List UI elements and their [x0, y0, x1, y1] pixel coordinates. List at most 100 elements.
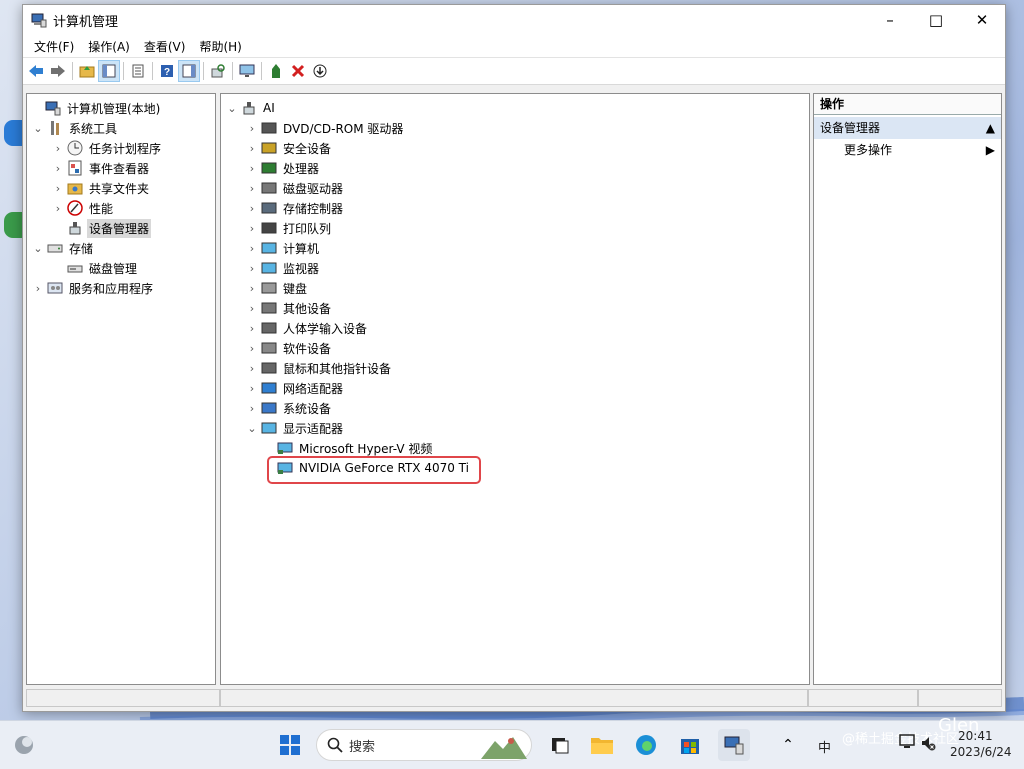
device-category[interactable]: › 打印队列 — [245, 218, 333, 238]
device-category[interactable]: › 键盘 — [245, 278, 309, 298]
device-category[interactable]: › 人体学输入设备 — [245, 318, 369, 338]
chevron-right-icon[interactable]: › — [245, 258, 259, 278]
tree-item-root[interactable]: 计算机管理(本地) — [29, 98, 162, 118]
menu-view[interactable]: 查看(V) — [137, 38, 193, 55]
show-hidden-icons-icon[interactable]: ⌃ — [776, 729, 800, 761]
chevron-right-icon[interactable]: › — [245, 358, 259, 378]
chevron-right-icon[interactable]: › — [51, 138, 65, 158]
chevron-right-icon[interactable]: › — [245, 398, 259, 418]
menu-file[interactable]: 文件(F) — [27, 38, 81, 55]
display-adapter-icon — [277, 440, 293, 456]
chevron-right-icon[interactable]: › — [245, 118, 259, 138]
minimize-button[interactable]: – — [867, 5, 913, 35]
chevron-right-icon[interactable]: › — [245, 178, 259, 198]
device-root[interactable]: ⌄ AI — [225, 98, 277, 118]
navigation-tree-pane: 计算机管理(本地) ⌄ 系统工具 › 任务计划程序 › 事件查看器 › 共享文件… — [26, 93, 216, 685]
tree-item-device-manager[interactable]: 设备管理器 — [51, 218, 152, 238]
device-category[interactable]: › 其他设备 — [245, 298, 333, 318]
tree-item-event-viewer[interactable]: › 事件查看器 — [51, 158, 151, 178]
tree-label: 存储 — [69, 241, 94, 256]
forward-arrow-icon[interactable] — [47, 60, 69, 82]
chevron-right-icon[interactable]: › — [245, 338, 259, 358]
tree-item-disk-management[interactable]: 磁盘管理 — [51, 258, 139, 278]
task-view-icon[interactable] — [544, 729, 576, 761]
actions-section-device-manager[interactable]: 设备管理器 ▲ — [814, 117, 1001, 139]
back-arrow-icon[interactable] — [25, 60, 47, 82]
device-category[interactable]: › 网络适配器 — [245, 378, 345, 398]
ime-indicator[interactable]: 中 — [818, 737, 831, 756]
chevron-down-icon[interactable]: ⌄ — [245, 418, 259, 438]
device-category[interactable]: › 软件设备 — [245, 338, 333, 358]
search-highlight-image — [481, 737, 527, 759]
chevron-right-icon[interactable]: › — [51, 158, 65, 178]
widgets-icon[interactable] — [8, 729, 40, 761]
tree-item-services-apps[interactable]: › 服务和应用程序 — [31, 278, 155, 298]
collapse-up-icon[interactable]: ▲ — [986, 117, 995, 139]
action-pane-icon[interactable] — [178, 60, 200, 82]
chevron-right-icon[interactable]: › — [245, 238, 259, 258]
chevron-right-icon[interactable]: › — [245, 298, 259, 318]
start-icon[interactable] — [274, 729, 306, 761]
device-category[interactable]: › DVD/CD-ROM 驱动器 — [245, 118, 405, 138]
chevron-right-icon[interactable]: › — [245, 318, 259, 338]
computer-management-taskbar-icon[interactable] — [718, 729, 750, 761]
tree-item-shared-folders[interactable]: › 共享文件夹 — [51, 178, 151, 198]
download-icon[interactable] — [309, 60, 331, 82]
chevron-right-icon[interactable]: › — [51, 178, 65, 198]
device-category[interactable]: › 磁盘驱动器 — [245, 178, 345, 198]
toolbar-separator — [123, 62, 124, 80]
device-category[interactable]: ⌄ 显示适配器 — [245, 418, 345, 438]
uninstall-device-icon[interactable] — [287, 60, 309, 82]
device-category[interactable]: › 安全设备 — [245, 138, 333, 158]
more-actions-item[interactable]: 更多操作 ▶ — [814, 139, 1001, 161]
show-hide-tree-icon[interactable] — [98, 60, 120, 82]
tree-item-storage[interactable]: ⌄ 存储 — [31, 238, 95, 258]
menu-action[interactable]: 操作(A) — [81, 38, 137, 55]
tree-item-task-scheduler[interactable]: › 任务计划程序 — [51, 138, 163, 158]
taskbar-search[interactable]: 搜索 — [316, 729, 532, 761]
tree-label: 打印队列 — [283, 221, 332, 236]
chevron-down-icon[interactable]: ⌄ — [225, 98, 239, 118]
chevron-down-icon[interactable]: ⌄ — [31, 118, 45, 138]
tree-item-system-tools[interactable]: ⌄ 系统工具 — [31, 118, 119, 138]
tree-item-performance[interactable]: › 性能 — [51, 198, 115, 218]
chevron-right-icon[interactable]: › — [245, 158, 259, 178]
close-button[interactable]: ✕ — [959, 5, 1005, 35]
device-category[interactable]: › 存储控制器 — [245, 198, 345, 218]
chevron-right-icon[interactable]: › — [245, 138, 259, 158]
chevron-right-icon[interactable]: › — [245, 378, 259, 398]
desktop-icon-edge[interactable] — [4, 120, 22, 146]
help-icon[interactable]: ? — [156, 60, 178, 82]
chevron-right-icon[interactable]: › — [245, 218, 259, 238]
clock-time[interactable]: 20:41 — [958, 729, 993, 743]
properties-icon[interactable] — [127, 60, 149, 82]
clock-date[interactable]: 2023/6/24 — [950, 745, 1012, 759]
device-category[interactable]: › 计算机 — [245, 238, 321, 258]
maximize-button[interactable]: □ — [913, 5, 959, 35]
device-category[interactable]: › 系统设备 — [245, 398, 333, 418]
file-explorer-icon[interactable] — [586, 729, 618, 761]
chevron-right-icon[interactable]: › — [51, 198, 65, 218]
chevron-right-icon[interactable]: › — [245, 278, 259, 298]
volume-muted-icon[interactable] — [920, 735, 936, 751]
device-category[interactable]: › 处理器 — [245, 158, 321, 178]
store-icon[interactable] — [674, 729, 706, 761]
actions-header: 操作 — [814, 94, 1001, 115]
chevron-down-icon[interactable]: ⌄ — [31, 238, 45, 258]
device-category-icon — [261, 320, 277, 336]
title-bar: 计算机管理 – □ ✕ — [23, 5, 1005, 35]
display-adapter-hyperv[interactable]: Microsoft Hyper-V 视频 — [261, 438, 434, 458]
monitor-icon[interactable] — [236, 60, 258, 82]
chevron-right-icon[interactable]: › — [31, 278, 45, 298]
device-category[interactable]: › 监视器 — [245, 258, 321, 278]
device-category-icon — [261, 340, 277, 356]
desktop-icon-chrome[interactable] — [4, 212, 22, 238]
device-category[interactable]: › 鼠标和其他指针设备 — [245, 358, 393, 378]
menu-help[interactable]: 帮助(H) — [192, 38, 248, 55]
edge-icon[interactable] — [630, 729, 662, 761]
scan-hardware-icon[interactable] — [207, 60, 229, 82]
chevron-right-icon[interactable]: › — [245, 198, 259, 218]
network-icon[interactable] — [898, 733, 918, 751]
up-folder-icon[interactable] — [76, 60, 98, 82]
update-driver-icon[interactable] — [265, 60, 287, 82]
